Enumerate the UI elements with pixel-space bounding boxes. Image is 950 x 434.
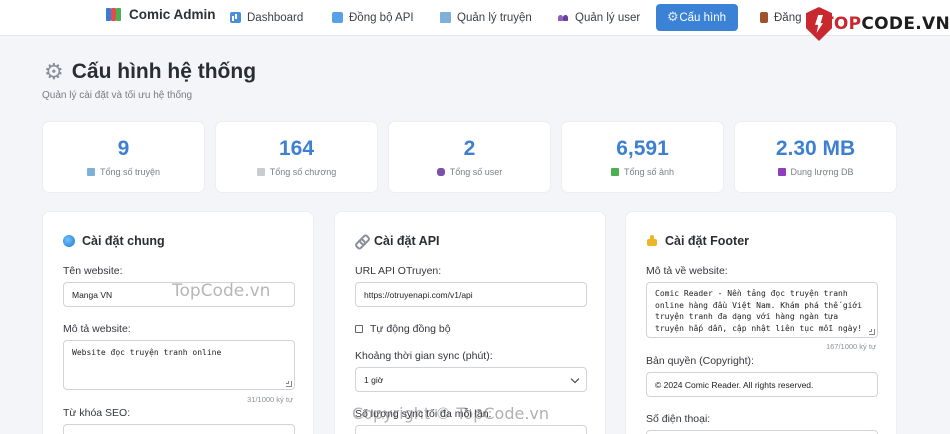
users-icon xyxy=(558,12,569,23)
stat-label-row: Dung lượng DB xyxy=(735,167,896,177)
book-icon xyxy=(86,168,95,176)
stat-value: 6,591 xyxy=(616,137,669,160)
stat-label: Tổng số ảnh xyxy=(623,167,675,177)
chart-icon xyxy=(230,12,241,23)
watermark-logo: TOPCODE.VN xyxy=(800,0,950,48)
stats-row: 9 Tổng số truyện 164 Tổng số chương 2 Tổ… xyxy=(42,121,898,193)
stat-value: 9 xyxy=(117,137,130,160)
page-title: ⚙ Cấu hình hệ thống xyxy=(44,60,256,84)
link-icon xyxy=(355,235,367,247)
stat-label: Dung lượng DB xyxy=(790,167,854,177)
copyright-input[interactable]: © 2024 Comic Reader. All rights reserved… xyxy=(646,372,878,397)
nav-label: Cấu hình xyxy=(679,11,726,24)
desc-char-counter: 31/1000 ký tự xyxy=(247,395,293,404)
stat-label: Tổng số user xyxy=(449,167,503,177)
thumbs-up-icon xyxy=(646,235,658,247)
footer-desc-value: Comic Reader - Nền tảng đọc truyện tranh… xyxy=(655,289,867,333)
auto-sync-row: Tự động đồng bộ xyxy=(355,323,451,335)
card-title: Cài đặt Footer xyxy=(665,234,750,248)
nav-label: Dashboard xyxy=(247,11,304,24)
seo-keywords-label: Từ khóa SEO: xyxy=(63,407,131,419)
sync-count-input[interactable] xyxy=(355,425,587,434)
nav-label: Đăng xyxy=(774,11,802,24)
phone-label: Số điện thoại: xyxy=(646,413,711,425)
sync-icon xyxy=(332,12,343,23)
stat-label-row: Tổng số chương xyxy=(216,167,377,177)
stat-label-row: Tổng số ảnh xyxy=(562,167,723,177)
users-icon xyxy=(436,168,445,176)
stat-card-db: 2.30 MB Dung lượng DB xyxy=(734,121,897,193)
api-url-input[interactable]: https://otruyenapi.com/v1/api xyxy=(355,282,587,307)
footer-desc-counter: 167/1000 ký tự xyxy=(825,342,876,351)
stat-label-row: Tổng số user xyxy=(389,167,550,177)
nav-settings[interactable]: Cấu hình xyxy=(656,4,738,31)
site-desc-value: Website đọc truyện tranh online xyxy=(72,348,222,357)
globe-icon xyxy=(63,235,75,247)
seo-keywords-input[interactable] xyxy=(63,424,295,434)
footer-desc-label: Mô tả về website: xyxy=(646,265,728,277)
card-header: Cài đặt API xyxy=(355,234,440,248)
book-icon xyxy=(440,12,451,23)
watermark-overlay-copyright: Copyright © TopCode.vn xyxy=(352,404,550,423)
nav-api-sync[interactable]: Đồng bộ API xyxy=(320,4,426,31)
stat-card-comics: 9 Tổng số truyện xyxy=(42,121,205,193)
sync-interval-select[interactable]: 1 giờ xyxy=(355,367,587,392)
sync-interval-value: 1 giờ xyxy=(364,374,384,385)
site-name-label: Tên website: xyxy=(63,265,123,277)
card-title: Cài đặt chung xyxy=(82,234,165,248)
stat-card-chapters: 164 Tổng số chương xyxy=(215,121,378,193)
image-icon xyxy=(610,168,619,176)
card-api-settings: Cài đặt API URL API OTruyen: https://otr… xyxy=(334,211,606,434)
card-header: Cài đặt Footer xyxy=(646,234,749,248)
door-icon xyxy=(760,12,768,23)
footer-desc-textarea[interactable]: Comic Reader - Nền tảng đọc truyện tranh… xyxy=(646,282,878,338)
card-header: Cài đặt chung xyxy=(63,234,165,248)
chevron-down-icon xyxy=(570,374,580,384)
nav-label: Đồng bộ API xyxy=(349,11,414,24)
stat-label-row: Tổng số truyện xyxy=(43,167,204,177)
auto-sync-label: Tự động đồng bộ xyxy=(370,323,451,335)
card-footer-settings: Cài đặt Footer Mô tả về website: Comic R… xyxy=(625,211,897,434)
nav-dashboard[interactable]: Dashboard xyxy=(218,4,315,31)
resize-handle-icon[interactable] xyxy=(869,329,875,335)
phone-input[interactable] xyxy=(646,430,878,434)
stat-card-images: 6,591 Tổng số ảnh xyxy=(561,121,724,193)
disk-icon xyxy=(777,168,786,176)
shield-icon xyxy=(804,7,818,41)
stat-value: 164 xyxy=(278,137,315,160)
card-title: Cài đặt API xyxy=(374,234,440,248)
watermark-logo-text: TOPCODE.VN xyxy=(821,14,950,34)
page-icon xyxy=(256,168,265,176)
nav-label: Quản lý user xyxy=(575,11,641,24)
site-desc-label: Mô tả website: xyxy=(63,323,131,335)
stat-value: 2.30 MB xyxy=(775,137,856,160)
page-heading: Cấu hình hệ thống xyxy=(71,60,257,83)
gear-icon: ⚙ xyxy=(44,59,64,84)
stat-value: 2 xyxy=(463,137,476,160)
copyright-label: Bản quyền (Copyright): xyxy=(646,355,754,367)
stat-card-users: 2 Tổng số user xyxy=(388,121,551,193)
nav-users[interactable]: Quản lý user xyxy=(546,4,652,31)
stat-label: Tổng số truyện xyxy=(99,167,161,177)
site-desc-textarea[interactable]: Website đọc truyện tranh online xyxy=(63,340,295,390)
stat-label: Tổng số chương xyxy=(269,167,337,177)
nav-label: Quản lý truyện xyxy=(457,11,532,24)
page-subtitle: Quản lý cài đặt và tối ưu hệ thống xyxy=(42,90,193,101)
resize-handle-icon[interactable] xyxy=(286,381,292,387)
auto-sync-checkbox[interactable] xyxy=(355,325,363,333)
api-url-label: URL API OTruyen: xyxy=(355,265,442,277)
gear-icon xyxy=(667,9,679,25)
watermark-overlay: TopCode.vn xyxy=(172,281,271,301)
nav-comics[interactable]: Quản lý truyện xyxy=(428,4,544,31)
sync-interval-label: Khoảng thời gian sync (phút): xyxy=(355,350,493,362)
card-general-settings: Cài đặt chung Tên website: Manga VN Mô t… xyxy=(42,211,314,434)
